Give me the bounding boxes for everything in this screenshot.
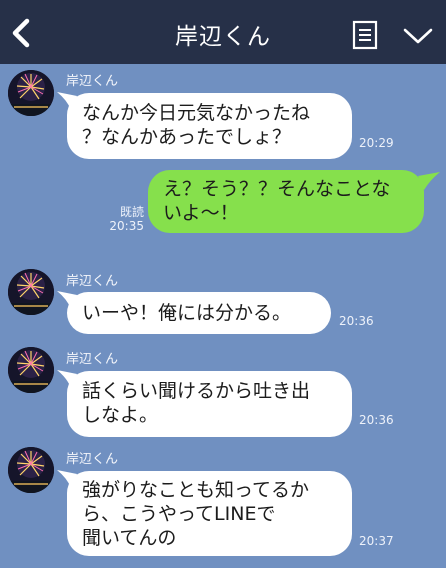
message-line: なんか今日元気なかったね [82,102,311,124]
message-line: 強がりなことも知ってるか [82,479,310,501]
read-label: 既読 [119,205,144,219]
fireworks-avatar-icon [8,269,54,315]
fireworks-avatar-icon [8,447,54,493]
message-bubble[interactable]: 話くらい聞けるから吐き出 しなよ。 [67,371,352,437]
message-bubble[interactable]: え？そう？？そんなことな いよ～！ [148,170,424,233]
timestamp: 20:36 [359,413,394,427]
timestamp: 20:35 [109,219,144,233]
message-bubble[interactable]: なんか今日元気なかったね ？なんかあったでしょ？ [67,93,352,159]
sender-name: 岸辺くん [66,452,119,467]
message-line: え？そう？？そんなことな [163,178,391,200]
fireworks-avatar-icon [8,70,54,116]
sender-name: 岸辺くん [66,352,119,367]
message-line: 話くらい聞けるから吐き出 [82,380,311,402]
notes-list-icon [352,20,378,50]
message-line: 聞いてんの [82,527,177,549]
timestamp: 20:36 [339,314,374,328]
sender-name: 岸辺くん [66,274,119,289]
timestamp: 20:29 [359,136,394,150]
message-bubble[interactable]: 強がりなことも知ってるか ら、こうやってLINEで 聞いてんの [67,471,352,556]
message-line: いよ～！ [163,202,239,224]
message-bubble[interactable]: いーや！俺には分かる。 [67,292,331,334]
avatar[interactable] [8,347,54,393]
collapse-button[interactable] [402,26,434,46]
message-line: ら、こうやってLINEで [82,503,276,525]
avatar[interactable] [8,70,54,116]
message-line: しなよ。 [82,404,159,426]
chat-title: 岸辺くん [175,24,271,50]
sender-name: 岸辺くん [66,74,119,89]
avatar[interactable] [8,447,54,493]
fireworks-avatar-icon [8,347,54,393]
timestamp: 20:37 [359,534,394,548]
chevron-down-icon [403,28,433,44]
read-receipt: 既読 20:35 [108,205,144,233]
avatar[interactable] [8,269,54,315]
notes-button[interactable] [352,20,378,50]
message-line: ？なんかあったでしょ？ [82,126,292,148]
message-line: いーや！俺には分かる。 [82,302,292,324]
chat-header: 岸辺くん [0,0,446,64]
